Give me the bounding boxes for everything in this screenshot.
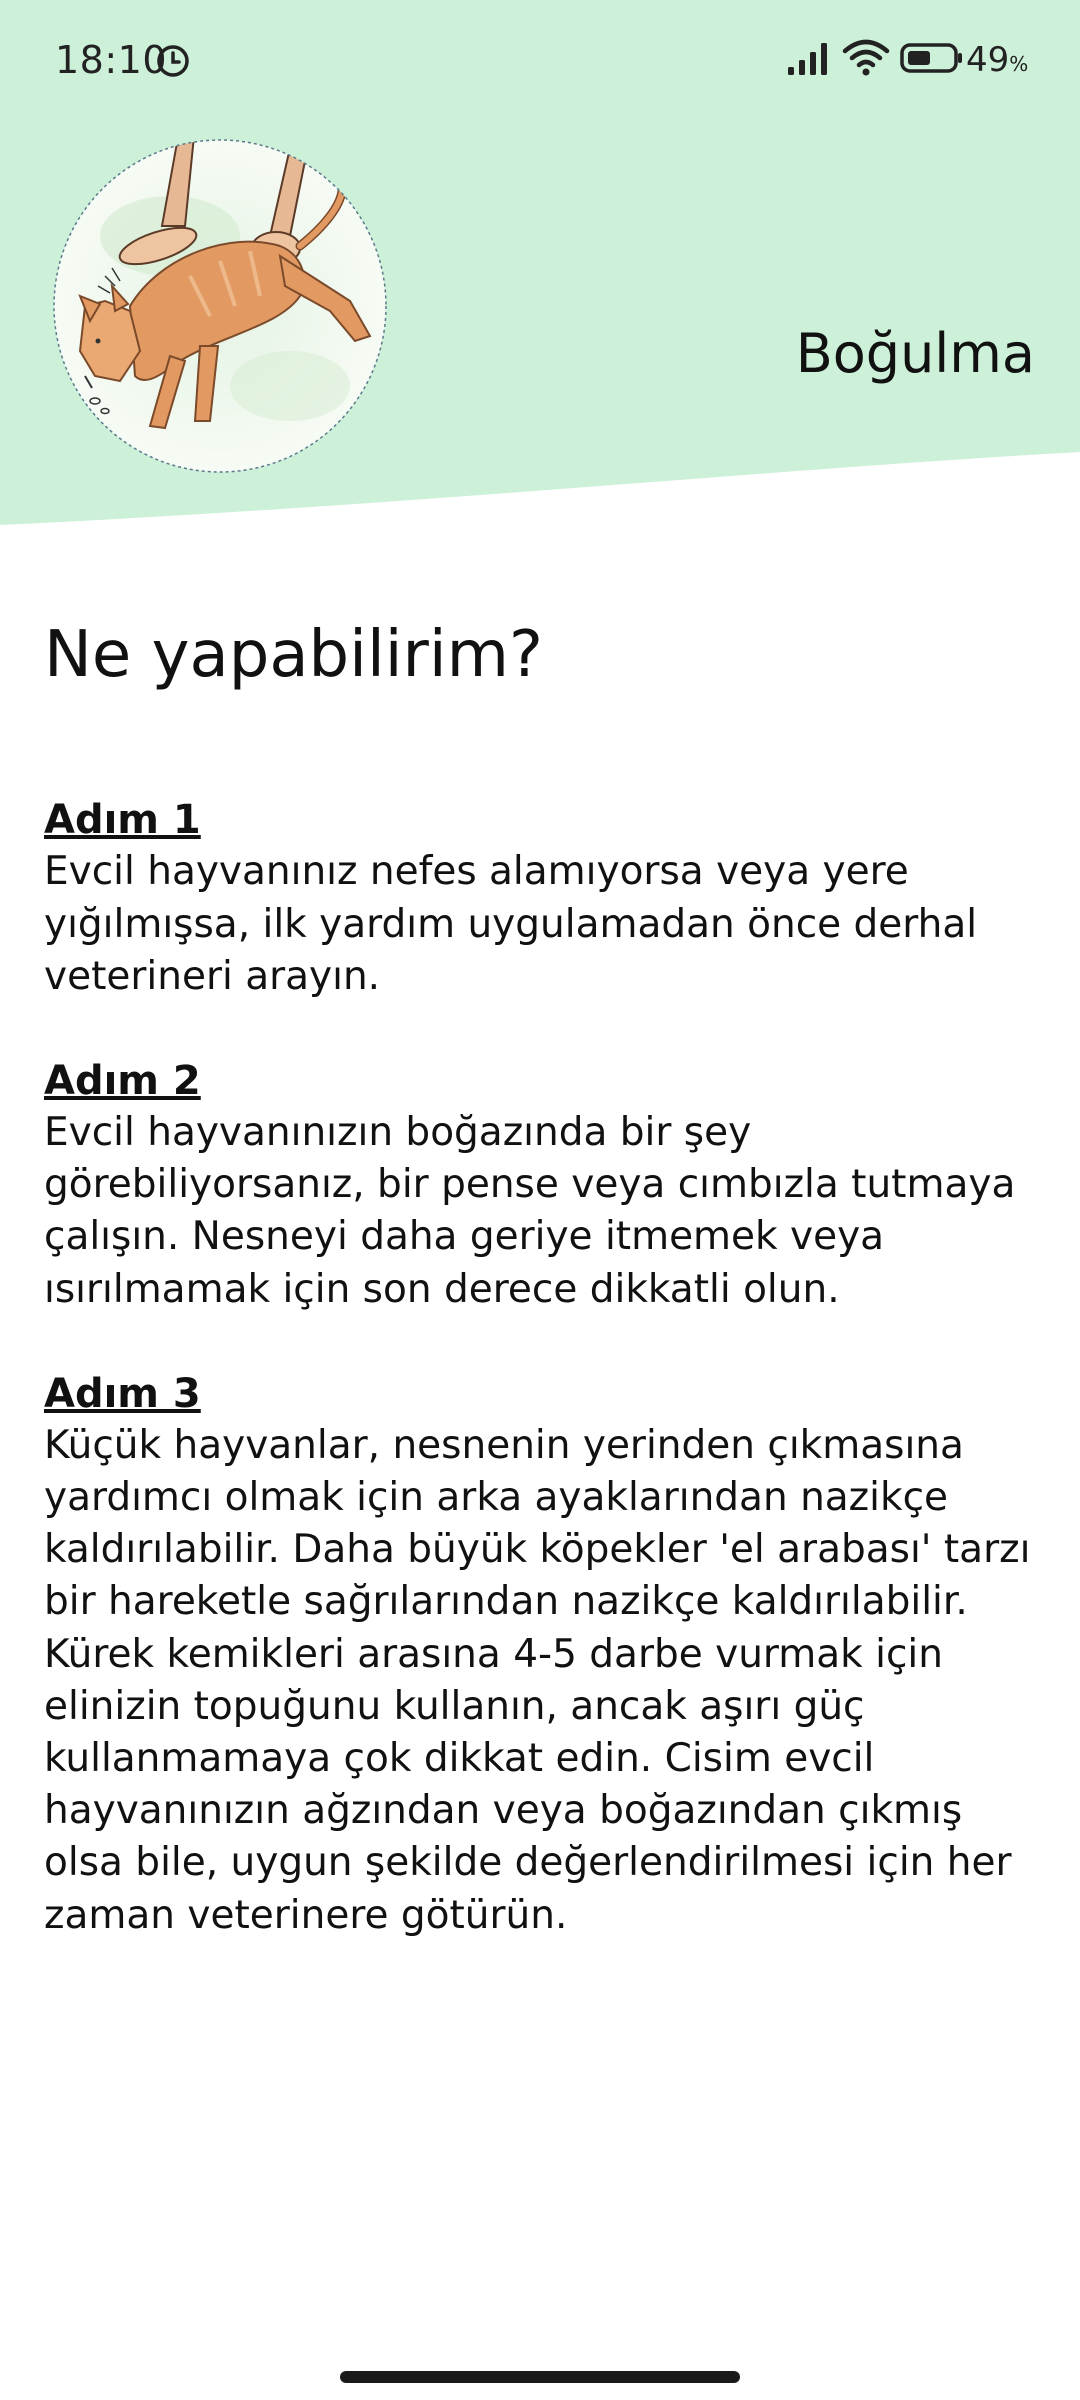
battery-icon xyxy=(900,43,962,73)
step-text: Evcil hayvanınız nefes alamıyorsa veya y… xyxy=(44,849,978,999)
clock-icon xyxy=(157,45,189,77)
step-3: Adım 3 Küçük hayvanlar, nesnenin yerinde… xyxy=(44,1368,1044,1942)
main-content: Ne yapabilirim? Adım 1 Evcil hayvanınız … xyxy=(44,620,1044,1994)
battery-value: 49 xyxy=(966,40,1010,80)
step-title: Adım 2 xyxy=(44,1058,201,1104)
wifi-icon xyxy=(842,39,890,76)
step-text: Evcil hayvanınızın boğazında bir şey gör… xyxy=(44,1110,1016,1312)
status-time: 18:10 xyxy=(55,38,168,82)
signal-icon xyxy=(788,43,827,75)
section-heading: Ne yapabilirim? xyxy=(44,618,543,692)
dog-choking-illustration xyxy=(53,139,387,473)
step-1: Adım 1 Evcil hayvanınız nefes alamıyorsa… xyxy=(44,794,1044,1003)
home-gesture-bar[interactable] xyxy=(340,2371,740,2383)
status-bar: 18:10 49% xyxy=(0,0,1080,120)
battery-unit: % xyxy=(1009,52,1029,76)
step-title: Adım 3 xyxy=(44,1370,201,1417)
battery-level: 49% xyxy=(966,40,1028,80)
step-title: Adım 1 xyxy=(44,797,201,844)
step-2: Adım 2 Evcil hayvanınızın boğazında bir … xyxy=(44,1055,1044,1316)
step-text: Küçük hayvanlar, nesnenin yerinden çıkma… xyxy=(44,1422,1031,1938)
page-title: Boğulma xyxy=(795,322,1035,385)
